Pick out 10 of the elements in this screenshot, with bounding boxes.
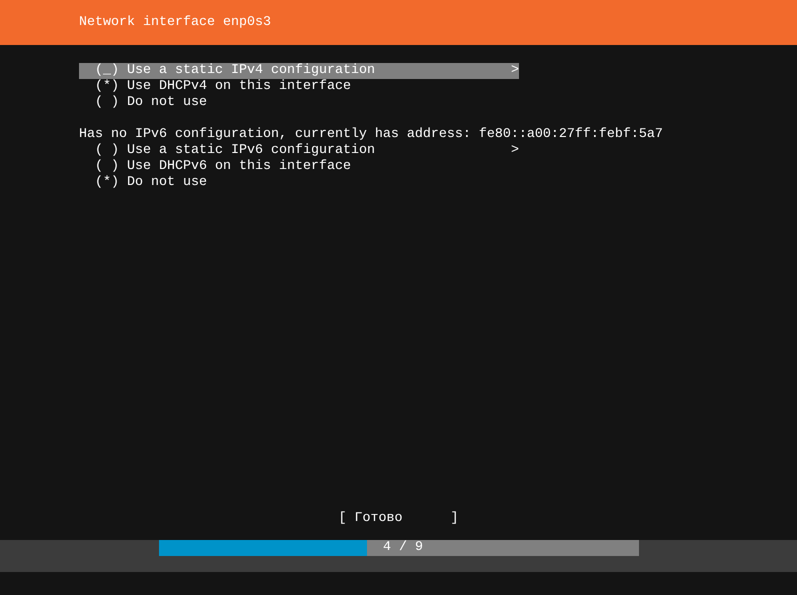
radio-option[interactable]: (_) Use a static IPv4 configuration > <box>79 63 519 79</box>
done-button[interactable]: [ Готово ] <box>338 510 458 526</box>
ipv6-status-text: Has no IPv6 configuration, currently has address: fe80::a00:27ff:febf:5a7 <box>79 127 663 143</box>
radio-option[interactable]: ( ) Use DHCPv6 on this interface <box>79 159 519 175</box>
radio-option[interactable]: (*) Do not use <box>79 175 519 191</box>
window-title: Network interface enp0s3 <box>79 15 271 30</box>
radio-option[interactable]: ( ) Do not use <box>79 95 519 111</box>
radio-option[interactable]: ( ) Use a static IPv6 configuration > <box>79 143 519 159</box>
radio-option[interactable]: (*) Use DHCPv4 on this interface <box>79 79 519 95</box>
progress-text: 4 / 9 <box>383 540 423 556</box>
